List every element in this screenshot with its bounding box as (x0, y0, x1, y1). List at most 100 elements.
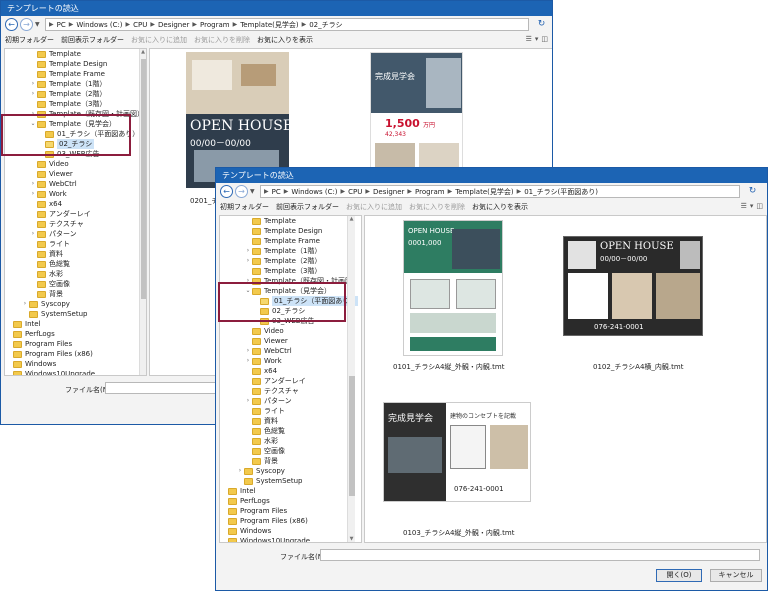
chevron-right-icon[interactable]: › (29, 89, 37, 99)
chevron-right-icon[interactable]: › (29, 229, 37, 239)
initial-folder-button[interactable]: 初期フォルダー (5, 35, 54, 45)
tree-item[interactable]: ライト (29, 239, 70, 249)
tree-item[interactable]: 水彩 (29, 269, 63, 279)
tree-item[interactable]: テクスチャ (244, 386, 299, 396)
tree-item[interactable]: › Syscopy (236, 466, 285, 476)
show-favorites-button[interactable]: お気に入りを表示 (472, 202, 528, 212)
tree-item[interactable]: Program Files (x86) (5, 349, 93, 359)
tree-item[interactable]: Template Frame (244, 236, 320, 246)
tree-item[interactable]: Viewer (29, 169, 73, 179)
history-dropdown-icon[interactable]: ▼ (35, 21, 40, 28)
back-tree-scrollbar[interactable]: ▲ (139, 49, 146, 375)
tree-item[interactable]: 背景 (29, 289, 63, 299)
tree-item[interactable]: Intel (5, 319, 41, 329)
pane-icon[interactable]: ◫ (541, 35, 548, 43)
tree-item[interactable]: Program Files (220, 506, 287, 516)
tree-item[interactable]: 資料 (29, 249, 63, 259)
chevron-right-icon[interactable]: › (29, 189, 37, 199)
forward-arrow-icon[interactable]: → (20, 18, 33, 31)
tree-item[interactable]: › パターン (244, 396, 292, 406)
cancel-button[interactable]: キャンセル (710, 569, 762, 582)
pane-icon[interactable]: ◫ (756, 202, 763, 210)
scroll-up-icon[interactable]: ▲ (140, 49, 146, 55)
tree-item[interactable]: Viewer (244, 336, 288, 346)
tree-item[interactable]: Template (29, 49, 81, 59)
breadcrumb-cpu[interactable]: CPU (133, 21, 147, 29)
tree-item[interactable]: PerfLogs (5, 329, 55, 339)
tree-item[interactable]: SystemSetup (236, 476, 302, 486)
tree-item[interactable]: › Template（2階） (244, 256, 322, 266)
forward-arrow-icon[interactable]: → (235, 185, 248, 198)
show-favorites-button[interactable]: お気に入りを表示 (257, 35, 313, 45)
breadcrumb-current[interactable]: 02_チラシ (309, 20, 342, 30)
scroll-thumb[interactable] (141, 59, 146, 299)
prev-folder-button[interactable]: 前回表示フォルダー (276, 202, 339, 212)
initial-folder-button[interactable]: 初期フォルダー (220, 202, 269, 212)
tree-item[interactable]: Template Frame (29, 69, 105, 79)
tree-item[interactable]: 空画像 (244, 446, 285, 456)
tree-item[interactable]: 色総覧 (244, 426, 285, 436)
tree-item[interactable]: x64 (244, 366, 277, 376)
breadcrumb-drive[interactable]: Windows (C:) (76, 21, 122, 29)
tree-item[interactable]: › パターン (29, 229, 77, 239)
tree-item[interactable]: Video (29, 159, 69, 169)
breadcrumb-designer[interactable]: Designer (158, 21, 189, 29)
tree-item[interactable]: Program Files (x86) (220, 516, 308, 526)
tree-item[interactable]: Template Design (244, 226, 322, 236)
tree-item[interactable]: アンダーレイ (244, 376, 306, 386)
tree-item[interactable]: PerfLogs (220, 496, 270, 506)
prev-folder-button[interactable]: 前回表示フォルダー (61, 35, 124, 45)
view-list-icon[interactable]: ☰ (526, 35, 532, 43)
scroll-thumb[interactable] (349, 376, 355, 496)
back-arrow-icon[interactable]: ← (5, 18, 18, 31)
add-favorite-button[interactable]: お気に入りに追加 (131, 35, 187, 45)
chevron-right-icon[interactable]: › (244, 356, 252, 366)
back-address-bar[interactable]: ▶ PC ▶ Windows (C:) ▶ CPU ▶ Designer ▶ Progr… (45, 18, 529, 31)
tree-item[interactable]: 資料 (244, 416, 278, 426)
remove-favorite-button[interactable]: お気に入りを削除 (194, 35, 250, 45)
refresh-icon[interactable]: ↻ (535, 18, 548, 31)
tree-item[interactable]: › Syscopy (21, 299, 70, 309)
tree-item[interactable]: Program Files (5, 339, 72, 349)
tree-item[interactable]: 水彩 (244, 436, 278, 446)
breadcrumb-program[interactable]: Program (415, 188, 445, 196)
chevron-right-icon[interactable]: › (21, 299, 29, 309)
file-tile[interactable]: OPEN HOUSE 00/00－00/00 076-241-0001 0102… (563, 236, 708, 376)
tree-item[interactable]: Video (244, 326, 284, 336)
chevron-right-icon[interactable]: › (29, 79, 37, 89)
tree-item[interactable]: Template（3階） (244, 266, 321, 276)
remove-favorite-button[interactable]: お気に入りを削除 (409, 202, 465, 212)
refresh-icon[interactable]: ↻ (746, 185, 759, 198)
add-favorite-button[interactable]: お気に入りに追加 (346, 202, 402, 212)
chevron-right-icon[interactable]: › (244, 246, 252, 256)
breadcrumb-current[interactable]: 01_チラシ(平面図あり) (524, 187, 598, 197)
tree-item[interactable]: › Template（1階） (244, 246, 322, 256)
view-dropdown-icon[interactable]: ▾ (535, 35, 539, 43)
tree-item[interactable]: › WebCtrl (29, 179, 77, 189)
tree-item[interactable]: Windows (5, 359, 56, 369)
front-address-bar[interactable]: ▶ PC ▶ Windows (C:) ▶ CPU ▶ Designer ▶ Progr… (260, 185, 740, 198)
tree-item[interactable]: Template Design (29, 59, 107, 69)
tree-item[interactable]: › Work (29, 189, 67, 199)
tree-item[interactable]: Intel (220, 486, 256, 496)
tree-item[interactable]: ライト (244, 406, 285, 416)
tree-item[interactable]: x64 (29, 199, 62, 209)
tree-item[interactable]: Windows (220, 526, 271, 536)
tree-item[interactable]: › Template（2階） (29, 89, 107, 99)
tree-item[interactable]: Windows10Upgrade (220, 536, 310, 542)
tree-item[interactable]: › Template（1階） (29, 79, 107, 89)
file-tile[interactable]: OPEN HOUSE 0001,000 0101_チラシA4縦_外観・内観.tm… (393, 220, 523, 376)
chevron-right-icon[interactable]: › (236, 466, 244, 476)
breadcrumb-designer[interactable]: Designer (373, 188, 404, 196)
tree-item[interactable]: › Work (244, 356, 282, 366)
chevron-right-icon[interactable]: › (29, 179, 37, 189)
breadcrumb-template[interactable]: Template(見学会) (455, 187, 513, 197)
breadcrumb-template[interactable]: Template(見学会) (240, 20, 298, 30)
chevron-right-icon[interactable]: › (244, 396, 252, 406)
breadcrumb-program[interactable]: Program (200, 21, 230, 29)
tree-item[interactable]: テクスチャ (29, 219, 84, 229)
breadcrumb-cpu[interactable]: CPU (348, 188, 362, 196)
tree-item[interactable]: アンダーレイ (29, 209, 91, 219)
breadcrumb-drive[interactable]: Windows (C:) (291, 188, 337, 196)
file-tile[interactable]: 完成見学会 建物のコンセプトを記載 076-241-0001 0103_チラシA… (383, 402, 533, 542)
